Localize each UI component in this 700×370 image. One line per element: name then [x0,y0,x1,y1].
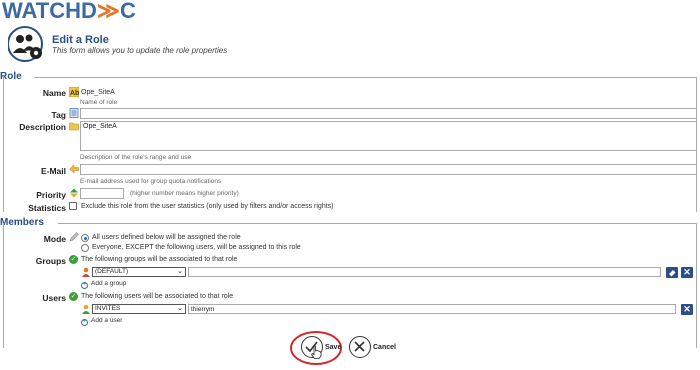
group-remove-button[interactable]: ✕ [681,267,693,278]
members-section-header: Members [0,217,700,229]
role-section-header: Role [0,71,700,83]
divider [34,77,696,78]
members-section-title: Members [0,217,44,228]
logo-text-left: WATCHD [2,0,97,23]
hand-cursor-icon [310,345,322,359]
plus-circle-icon: + [81,282,88,289]
svg-text:Ab: Ab [70,90,79,97]
add-group-link[interactable]: + Add a group [81,280,126,289]
description-label: Description [19,122,66,132]
plus-circle-icon: + [81,319,88,326]
group-select[interactable]: (DEFAULT) ⌄ [92,267,186,277]
name-hint: Name of role [80,99,118,106]
statistics-text: Exclude this role from the user statisti… [81,203,334,210]
pen-icon [69,232,79,242]
close-icon: ✕ [683,304,691,314]
user-select[interactable]: INVITES ⌄ [92,304,186,314]
priority-arrows-icon [70,188,78,198]
email-input[interactable] [80,164,697,175]
user-select-value: INVITES [95,305,121,312]
add-user-link[interactable]: + Add a user [81,317,122,326]
chevron-down-icon: ⌄ [177,305,183,312]
user-icon [82,304,90,314]
add-group-label: Add a group [91,280,127,287]
name-value[interactable]: Ope_SiteA [81,89,115,96]
text-field-icon: Ab [69,87,79,97]
close-icon: ✕ [683,267,691,277]
statistics-checkbox[interactable] [69,202,77,210]
email-label: E-Mail [40,166,66,176]
description-textarea[interactable]: Ope_SiteA [80,121,697,151]
mode-option-all: All users defined below will be assigned… [92,234,241,241]
groups-label: Groups [35,256,66,266]
cancel-label: Cancel [373,344,396,351]
add-user-label: Add a user [91,317,123,324]
user-remove-button[interactable]: ✕ [681,304,693,315]
user-value-input[interactable]: thierrym [188,304,676,314]
cancel-button[interactable] [349,336,371,358]
description-hint: Description of the role's range and use [80,154,192,161]
users-text: The following users will be associated t… [81,293,234,300]
mode-label: Mode [43,234,66,244]
save-label: Save [325,344,342,351]
chevron-down-icon: ⌄ [177,268,183,275]
group-users-icon [82,267,90,277]
mode-radio-all[interactable] [81,234,89,242]
close-icon [354,341,365,352]
tag-label: Tag [51,110,66,120]
page-title: Edit a Role [52,34,109,46]
priority-label: Priority [36,190,66,200]
folder-note-icon [69,122,79,131]
group-select-value: (DEFAULT) [95,268,129,275]
groups-check-icon: ✓ [69,255,78,264]
logo-text-right: C [119,0,136,23]
eraser-icon [668,270,675,277]
groups-text: The following groups will be associated … [81,256,238,263]
users-check-icon: ✓ [69,292,78,301]
divider [696,223,697,348]
mode-option-except: Everyone, EXCEPT the following users, wi… [92,244,301,251]
email-arrow-icon [69,164,79,174]
users-label: Users [42,293,66,303]
tag-list-icon [69,108,79,118]
email-hint: E-mail address used for group quota noti… [80,178,222,185]
statistics-label: Statistics [28,203,66,213]
name-label: Name [42,88,66,98]
group-edit-button[interactable] [666,267,678,278]
watchdoc-logo: WATCHD≫C [2,0,136,22]
tag-input[interactable] [80,108,697,119]
priority-input[interactable] [80,188,124,199]
logo-chevrons-icon: ≫ [96,0,120,23]
role-users-gear-icon [8,26,43,62]
page-subtitle: This form allows you to update the role … [52,46,228,55]
group-value-input[interactable] [188,267,661,277]
divider [58,223,696,224]
priority-hint: (higher number means higher priority) [130,190,239,197]
mode-radio-except[interactable] [81,244,89,252]
